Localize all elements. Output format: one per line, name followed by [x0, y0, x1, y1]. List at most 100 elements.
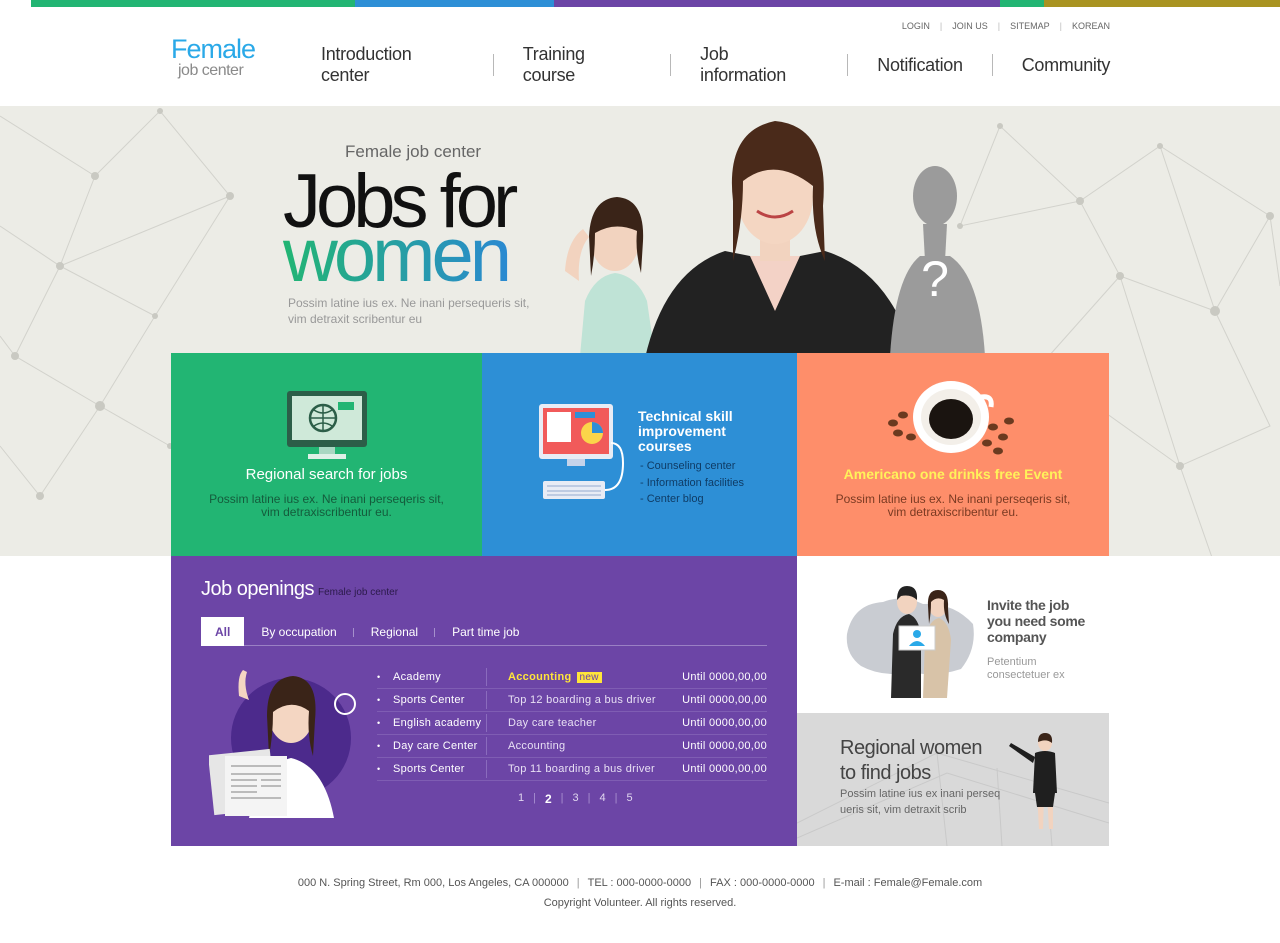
businesswoman-illustration [1009, 733, 1057, 829]
job-title: Accounting [508, 740, 566, 752]
nav-community[interactable]: Community [993, 55, 1111, 76]
page-4[interactable]: 4 [600, 792, 606, 806]
silhouette-question-mark: ? [921, 251, 949, 307]
feature-technical-skill[interactable]: Technical skill improvement courses - Co… [482, 353, 797, 556]
job-openings-heading: Job openings Female job center [201, 578, 398, 601]
top-color-bar [31, 0, 1280, 7]
feature-skill-link-counseling[interactable]: - Counseling center [640, 460, 735, 472]
korean-link[interactable]: KOREAN [1072, 21, 1110, 31]
page-5[interactable]: 5 [627, 792, 633, 806]
footer-separator: | [576, 877, 580, 889]
job-title: Top 11 boarding a bus driver [508, 763, 656, 775]
table-row[interactable]: Sports Center Top 12 boarding a bus driv… [377, 689, 767, 712]
job-place: Day care Center [377, 737, 487, 755]
invite-title-line1: Invite the job [987, 597, 1070, 613]
tab-regional[interactable]: Regional [354, 617, 436, 646]
hero-headline-line2: women [283, 213, 512, 298]
page-separator: | [560, 792, 564, 804]
logo-line1: Female [171, 34, 256, 64]
computer-chart-icon [539, 404, 625, 499]
site-footer: 000 N. Spring Street, Rm 000, Los Angele… [0, 875, 1280, 911]
job-place: Academy [377, 668, 487, 686]
invite-title-line2: you need some [987, 613, 1086, 629]
business-people-world-map-illustration [846, 586, 974, 698]
login-link[interactable]: LOGIN [902, 21, 930, 31]
feature-americano-event[interactable]: Americano one drinks free Event Possim l… [797, 353, 1109, 556]
footer-contact: 000 N. Spring Street, Rm 000, Los Angele… [0, 875, 1280, 891]
regional-women-banner[interactable]: Regional women to find jobs Possim latin… [797, 713, 1109, 846]
util-separator: | [1059, 21, 1062, 31]
job-deadline: Until 0000,00,00 [682, 671, 767, 683]
tab-by-occupation[interactable]: By occupation [244, 617, 354, 646]
job-openings-title: Job openings [201, 578, 314, 600]
footer-fax: FAX : 000-0000-0000 [710, 877, 815, 889]
tab-regional-label: Regional [370, 624, 419, 639]
regional-sub-line1: Possim latine ius ex inani perseq [840, 788, 1001, 800]
page-separator: | [587, 792, 591, 804]
page-1[interactable]: 1 [518, 792, 524, 806]
new-badge: new [576, 672, 602, 683]
job-deadline: Until 0000,00,00 [682, 717, 767, 729]
footer-tel: TEL : 000-0000-0000 [587, 877, 692, 889]
regional-title-line1: Regional women [840, 737, 982, 759]
feature-skill-link-information-label: Information facilities [646, 477, 744, 489]
page-3[interactable]: 3 [573, 792, 579, 806]
tab-by-occupation-label: By occupation [261, 624, 337, 639]
job-title: Accounting new [487, 671, 665, 683]
job-deadline: Until 0000,00,00 [682, 763, 767, 775]
nav-job-information[interactable]: Job information [671, 44, 847, 86]
table-row[interactable]: Sports Center Top 11 boarding a bus driv… [377, 758, 767, 781]
topbar-segment-green [31, 0, 355, 7]
footer-separator: | [699, 877, 703, 889]
page-separator: | [614, 792, 618, 804]
util-separator: | [939, 21, 943, 31]
job-openings-subtitle: Female job center [317, 587, 399, 598]
job-woman-newspaper-illustration [209, 670, 356, 818]
util-separator: | [997, 21, 1001, 31]
footer-email[interactable]: E-mail : Female@Female.com [833, 877, 982, 889]
page-2-current[interactable]: 2 [545, 792, 552, 806]
feature-skill-link-information[interactable]: - Information facilities [640, 477, 744, 489]
job-tabs: All By occupation Regional Part time job [201, 616, 767, 646]
job-place: Sports Center [377, 760, 487, 778]
job-deadline: Until 0000,00,00 [682, 740, 767, 752]
page-separator: | [533, 792, 536, 804]
job-openings-table: Academy Accounting new Until 0000,00,00 S… [377, 666, 767, 781]
main-nav: Introduction center Training course Job … [292, 44, 1111, 85]
feature-skill-link-counseling-label: Counseling center [646, 460, 736, 472]
hero-silhouette-illustration: ? [890, 166, 985, 356]
feature-americano-title: Americano one drinks free Event [843, 466, 1063, 482]
join-link[interactable]: JOIN US [952, 21, 988, 31]
tab-part-time-job[interactable]: Part time job [435, 617, 536, 646]
feature-regional-search[interactable]: Regional search for jobs Possim latine i… [171, 353, 482, 556]
feature-regional-title: Regional search for jobs [245, 466, 408, 483]
invite-company-banner[interactable]: Invite the job you need some company Pet… [797, 556, 1109, 713]
job-title: Day care teacher [508, 717, 597, 729]
utility-links: LOGIN | JOIN US | SITEMAP | KOREAN [902, 21, 1110, 31]
job-place: English academy [377, 714, 487, 732]
table-row[interactable]: Day care Center Accounting Until 0000,00… [377, 735, 767, 758]
feature-regional-text2: vim detraxiscribentur eu. [261, 505, 392, 519]
regional-sub-line2: ueris sit, vim detraxit scrib [840, 804, 967, 816]
table-row[interactable]: English academy Day care teacher Until 0… [377, 712, 767, 735]
nav-training-course[interactable]: Training course [494, 44, 670, 86]
coffee-cup-icon [888, 381, 1014, 455]
footer-address: 000 N. Spring Street, Rm 000, Los Angele… [297, 877, 569, 889]
sitemap-link[interactable]: SITEMAP [1010, 21, 1050, 31]
nav-notification[interactable]: Notification [848, 55, 991, 76]
logo-line2: job center [178, 62, 244, 79]
job-openings-panel: Job openings Female job center All By occ… [171, 556, 797, 846]
feature-skill-link-blog-label: Center blog [646, 493, 704, 505]
site-logo[interactable]: Female job center [171, 34, 256, 79]
tab-all[interactable]: All [201, 616, 245, 646]
pagination: 1 | 2 | 3 | 4 | 5 [509, 792, 642, 806]
feature-skill-link-blog[interactable]: - Center blog [640, 493, 704, 505]
job-title-label: Accounting [508, 671, 572, 683]
invite-sub-line2: consectetuer ex [987, 669, 1065, 681]
footer-separator: | [822, 877, 826, 889]
job-title: Top 12 boarding a bus driver [508, 694, 656, 706]
nav-introduction-center[interactable]: Introduction center [292, 44, 493, 86]
feature-americano-text2: vim detraxiscribentur eu. [887, 505, 1019, 519]
table-row[interactable]: Academy Accounting new Until 0000,00,00 [377, 666, 767, 689]
topbar-segment-purple [554, 0, 1000, 7]
